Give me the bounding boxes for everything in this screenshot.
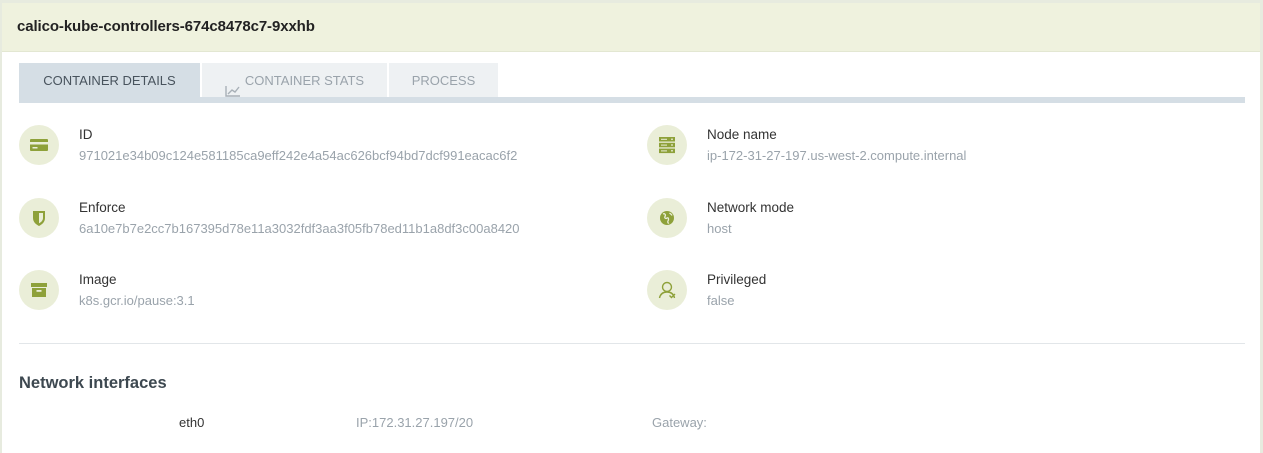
container-header: calico-kube-controllers-674c8478c7-9xxhb [2,3,1260,52]
tab-bar: CONTAINER DETAILS CONTAINER STATS PROCES… [19,63,500,98]
tab-label: PROCESS [411,73,476,88]
detail-label: Image [79,272,117,287]
detail-value: 6a10e7b7e2cc7b167395d78e11a3032fdf3aa3f0… [79,221,520,236]
server-icon [647,125,687,165]
detail-id: ID 971021e34b09c124e581185ca9eff242e4a54… [19,125,619,169]
detail-network-mode: Network mode host [647,198,1247,242]
line-chart-icon [225,75,241,97]
tab-underline [19,97,1245,103]
detail-privileged: Privileged false [647,270,1247,314]
user-icon [647,270,687,310]
detail-enforce: Enforce 6a10e7b7e2cc7b167395d78e11a3032f… [19,198,619,242]
detail-label: Network mode [707,200,795,215]
tab-container-details[interactable]: CONTAINER DETAILS [19,63,200,98]
shield-icon [19,198,59,238]
interface-ip: IP:172.31.27.197/20 [356,415,474,430]
archive-box-icon [19,270,59,310]
detail-label: Privileged [707,272,767,287]
section-divider [19,343,1245,344]
network-interfaces-title: Network interfaces [19,374,167,392]
detail-image: Image k8s.gcr.io/pause:3.1 [19,270,619,314]
detail-value: host [707,221,732,236]
detail-node-name: Node name ip-172-31-27-197.us-west-2.com… [647,125,1247,169]
interface-gateway: Gateway: [652,415,707,430]
tab-label: CONTAINER DETAILS [43,73,176,88]
tab-label: CONTAINER STATS [244,73,365,88]
tab-container-stats[interactable]: CONTAINER STATS [202,63,387,98]
detail-label: Enforce [79,200,126,215]
globe-icon [647,198,687,238]
tab-process[interactable]: PROCESS [389,63,498,98]
interface-name: eth0 [179,415,205,430]
id-card-icon [19,125,59,165]
detail-value: 971021e34b09c124e581185ca9eff242e4a54ac6… [79,148,518,163]
container-title: calico-kube-controllers-674c8478c7-9xxhb [17,18,315,35]
detail-value: false [707,293,735,308]
detail-value: k8s.gcr.io/pause:3.1 [79,293,195,308]
detail-label: Node name [707,127,777,142]
detail-value: ip-172-31-27-197.us-west-2.compute.inter… [707,148,967,163]
detail-label: ID [79,127,93,142]
